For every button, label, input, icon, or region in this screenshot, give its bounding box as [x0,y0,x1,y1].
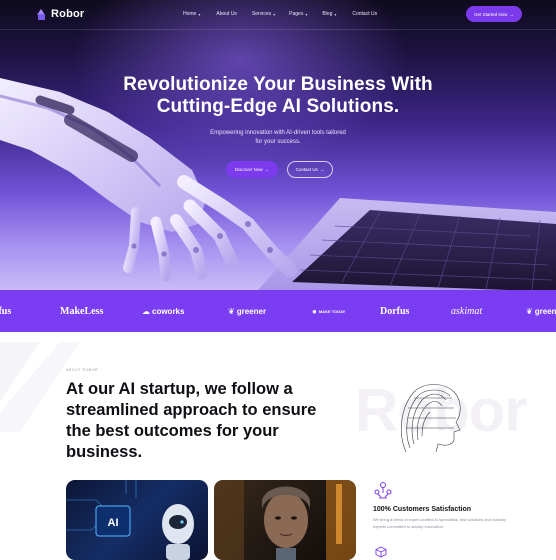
nav-item-home[interactable]: Home ▾ [183,11,200,17]
about-heading-line: the best outcomes for your [66,422,279,440]
partner-logo: Dorfus [380,305,410,317]
cloud-icon: ☁ [142,306,150,316]
ai-chip-label: AI [108,517,119,529]
about-section: Robor ABOUT ROBOR At our AI startup, we … [0,332,556,560]
brand-logo[interactable]: Robor [36,8,84,20]
get-started-label: Get Started Now [474,11,508,17]
chevron-down-icon: ▾ [198,11,201,17]
users-network-icon [374,482,392,499]
hero-subtitle-line: for your success. [255,139,301,145]
partner-logo: ☁ coworks [142,290,184,332]
contact-us-button[interactable]: Contact Us → [287,161,333,178]
hero-section: Robor Home ▾ About Us Services ▾ Pages ▾… [0,0,556,290]
cyborg-portrait-image [214,480,356,560]
hero-title: Revolutionize Your Business With Cutting… [0,74,556,118]
arrow-right-icon: → [319,167,325,172]
hero-subtitle-line: Empowering innovation with AI-driven too… [210,130,346,136]
leaf-icon: ❦ [526,306,533,316]
partner-logo-text: coworks [152,306,185,316]
hero-buttons: Discover Now → Contact Us → [226,161,333,178]
hero-title-line: Revolutionize Your Business With [123,74,433,95]
partner-logo: ● MAKE TODAY [312,290,346,332]
partner-logo: MakeLess [60,305,104,317]
cyborg-portrait-illustration [214,480,356,560]
nav-item-services[interactable]: Services ▾ [252,11,275,17]
discover-now-button[interactable]: Discover Now → [226,161,278,178]
partner-logo-strip: rfus MakeLess ☁ coworks ❦ greener ● MAKE… [0,290,556,332]
top-navbar: Robor Home ▾ About Us Services ▾ Pages ▾… [0,0,556,30]
hero-subtitle: Empowering innovation with AI-driven too… [178,129,378,147]
get-started-button[interactable]: Get Started Now → [466,6,522,22]
partner-logo: rfus [0,305,12,317]
about-heading-line: business. [66,443,143,461]
nav-item-label: Blog [322,11,333,17]
wireframe-head-illustration [401,384,461,453]
nav-item-label: About Us [216,11,237,17]
partner-logo-text: greener [534,306,556,316]
circle-badge-icon: ● [312,306,317,316]
ai-chip-image: AI [66,480,208,560]
nav-item-label: Pages [289,11,304,17]
stat-title: 100% Customers Satisfaction [373,506,472,513]
stat-description: We bring a blend of expert-crafted AI sp… [373,517,507,529]
section-tag: ABOUT ROBOR [66,368,99,372]
nav-item-label: Services [251,11,272,17]
leaf-icon: ❦ [228,306,235,316]
chevron-down-icon: ▾ [305,11,308,17]
discover-now-label: Discover Now [234,167,263,172]
nav-item-pages[interactable]: Pages ▾ [289,11,307,17]
nav-item-label: Home [183,11,197,17]
hero-title-line: Cutting-Edge AI Solutions. [156,96,400,117]
ai-chip-illustration: AI [66,480,194,560]
about-heading-line: At our AI startup, we follow a [66,380,293,398]
nav-item-about[interactable]: About Us [216,11,237,17]
arrow-right-icon: → [264,167,270,172]
about-heading-line: streamlined approach to ensure [66,401,317,419]
partner-logo-text: greener [236,306,267,316]
logo-mark-icon [36,8,47,20]
arrow-right-icon: → [509,11,514,17]
nav-item-contact[interactable]: Contact Us [352,11,377,17]
partner-logo: ❦ greener [526,290,556,332]
chevron-down-icon: ▾ [334,11,337,17]
contact-us-label: Contact Us [295,167,318,172]
partner-logo: askimat [451,305,483,317]
chevron-down-icon: ▾ [273,11,276,17]
cube-icon [375,546,387,558]
about-heading: At our AI startup, we follow a streamlin… [66,379,346,463]
partner-logo: ❦ greener [228,290,266,332]
nav-item-label: Contact Us [352,11,378,17]
partner-logo-text: MAKE TODAY [318,308,346,314]
nav-item-blog[interactable]: Blog ▾ [322,11,336,17]
brand-name: Robor [51,8,85,20]
main-menu: Home ▾ About Us Services ▾ Pages ▾ Blog … [183,11,377,17]
